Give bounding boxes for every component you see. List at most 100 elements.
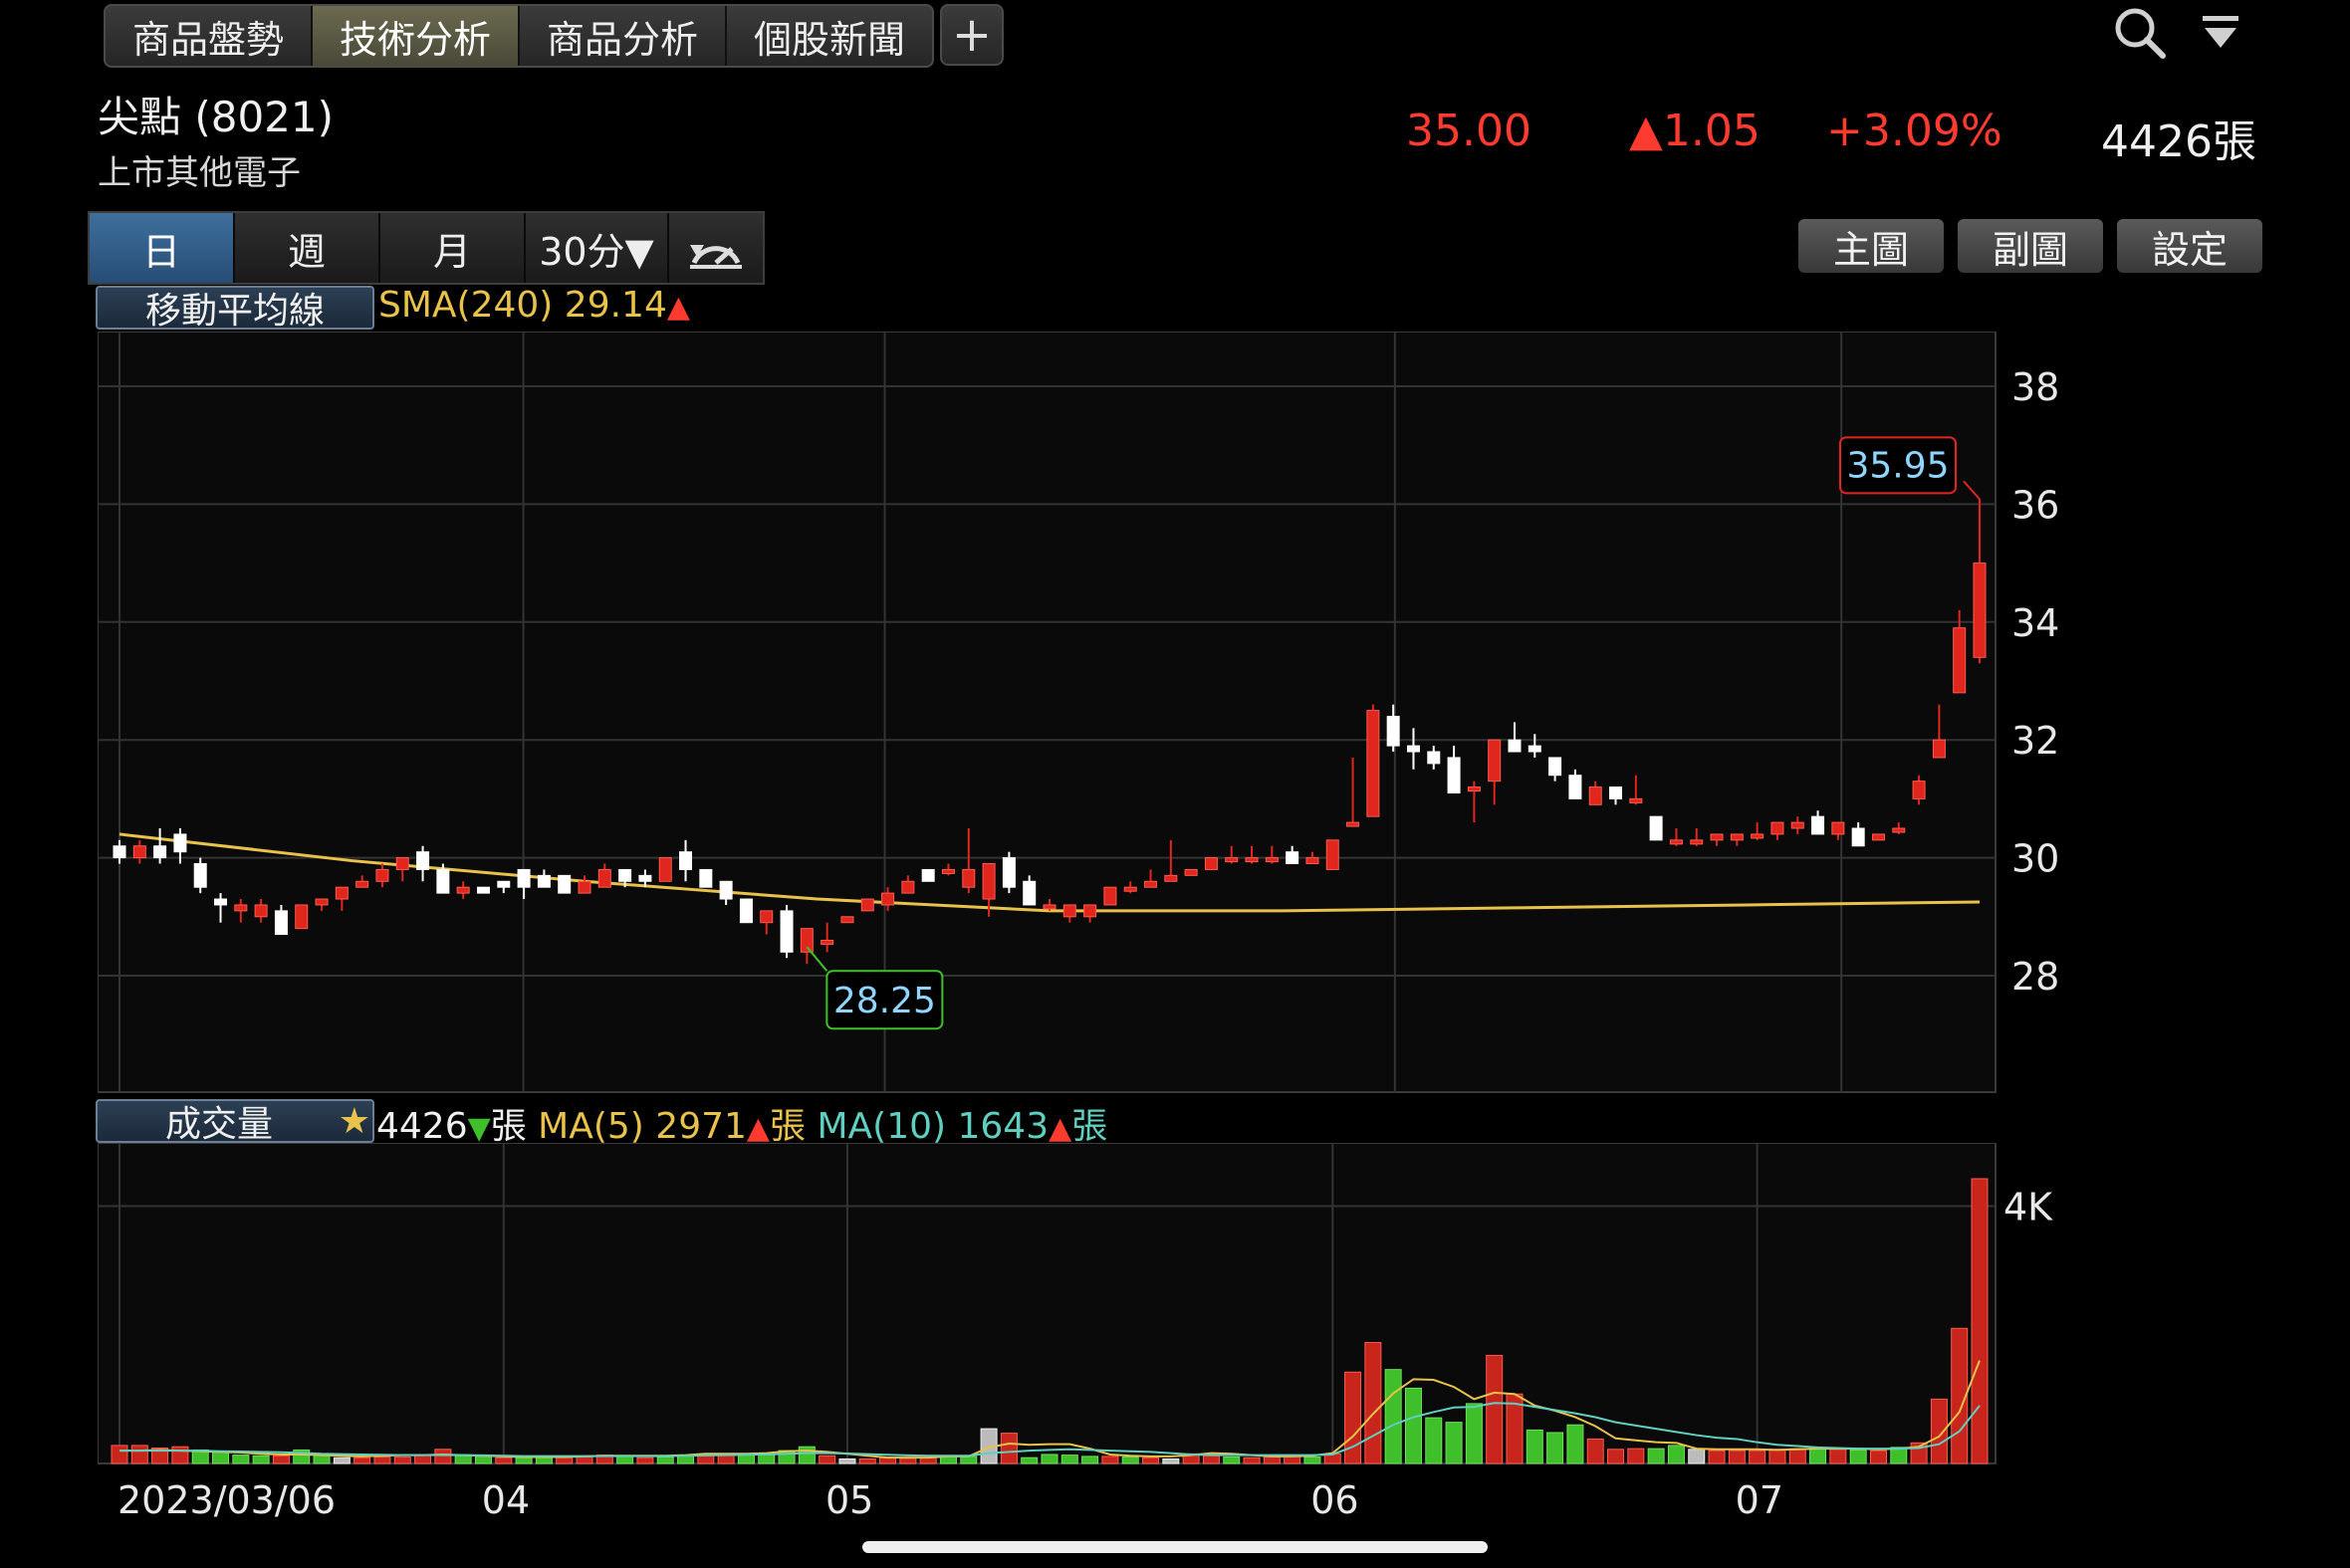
- change-percent: +3.09%: [1826, 106, 2002, 156]
- price-tick-label: 34: [2011, 601, 2059, 645]
- candle-body: [436, 868, 450, 894]
- volume-down-arrow: ▼: [467, 1111, 491, 1146]
- candle-body: [517, 868, 531, 888]
- ma5-value: MA(5) 2971: [538, 1106, 747, 1147]
- candle-body: [921, 868, 935, 882]
- volume-bar: [1202, 1455, 1220, 1464]
- tab-market-overview[interactable]: 商品盤勢: [106, 6, 313, 66]
- volume-bar: [636, 1456, 654, 1464]
- period-month[interactable]: 月: [380, 213, 526, 283]
- volume-bar: [1849, 1449, 1867, 1464]
- volume-bar: [515, 1456, 533, 1464]
- volume-bar: [1000, 1433, 1018, 1464]
- settings-button[interactable]: 設定: [2117, 219, 2262, 273]
- date-tick-label: 2023/03/06: [118, 1478, 336, 1522]
- candle-body: [456, 886, 470, 894]
- main-chart-button[interactable]: 主圖: [1798, 219, 1944, 273]
- sma-indicator: SMA(240) 29.14▲: [378, 285, 690, 326]
- candle-body: [901, 880, 915, 894]
- volume-chart[interactable]: 4K 2023/03/06 04 05 06 07: [98, 1143, 2061, 1531]
- candle-body: [1023, 880, 1037, 906]
- volume-bar: [1142, 1456, 1160, 1464]
- volume-bar: [737, 1455, 755, 1464]
- volume-bar: [1243, 1456, 1261, 1464]
- volume-bar: [232, 1455, 250, 1464]
- candle-body: [1245, 857, 1259, 863]
- sub-chart-button[interactable]: 副圖: [1958, 219, 2103, 273]
- candle-body: [1871, 833, 1885, 841]
- tab-stock-news[interactable]: 個股新聞: [727, 6, 932, 66]
- candle-body: [113, 845, 126, 859]
- candle-body: [1588, 786, 1602, 805]
- date-tick-label: 07: [1736, 1478, 1783, 1522]
- volume-bar: [474, 1456, 492, 1464]
- period-day[interactable]: 日: [90, 213, 235, 283]
- volume-plot-area: [98, 1143, 1997, 1464]
- stock-category: 上市其他電子: [98, 153, 301, 193]
- volume-bar: [1162, 1457, 1180, 1464]
- candle-body: [355, 880, 369, 888]
- volume-bar: [1708, 1450, 1726, 1464]
- volume-bar: [1788, 1448, 1806, 1464]
- low-marker-label: 28.25: [833, 981, 936, 1021]
- candle-body: [1305, 857, 1319, 865]
- volume-bar: [393, 1456, 411, 1464]
- volume-tick-label: 4K: [2003, 1186, 2053, 1230]
- volume-bar: [1284, 1456, 1301, 1464]
- moving-average-label[interactable]: 移動平均線: [96, 286, 374, 332]
- volume-bar: [1647, 1448, 1665, 1464]
- volume-bar: [434, 1449, 452, 1464]
- candle-body: [1406, 745, 1420, 753]
- candle-body: [1488, 739, 1502, 783]
- volume-bar: [1465, 1403, 1483, 1464]
- candle-body: [193, 863, 207, 888]
- candle-body: [295, 904, 309, 930]
- candle-body: [578, 880, 591, 894]
- candle-body: [760, 910, 774, 924]
- volume-today: 4426: [376, 1106, 468, 1147]
- home-indicator: [862, 1541, 1488, 1553]
- volume-bar: [1223, 1456, 1241, 1464]
- favorite-star-icon[interactable]: ★: [339, 1101, 370, 1142]
- ma10-arrow: ▲: [1049, 1111, 1072, 1146]
- candle-body: [881, 892, 895, 906]
- period-week[interactable]: 週: [235, 213, 380, 283]
- volume-bar: [373, 1456, 391, 1464]
- candle-body: [1386, 716, 1400, 747]
- candle-body: [1932, 739, 1946, 759]
- tab-product-analysis[interactable]: 商品分析: [520, 6, 727, 66]
- candle-body: [1710, 833, 1724, 841]
- candle-body: [274, 910, 288, 936]
- candle-body: [1770, 821, 1784, 835]
- tab-technical-analysis[interactable]: 技術分析: [313, 6, 520, 66]
- candle-body: [1609, 786, 1623, 799]
- candle-body: [1690, 839, 1704, 845]
- volume-bar: [111, 1445, 128, 1464]
- candle-body: [476, 886, 490, 894]
- ma5-arrow: ▲: [746, 1111, 770, 1146]
- candle-body: [1508, 739, 1522, 753]
- volume-bar: [1384, 1369, 1402, 1464]
- volume-bar: [1101, 1456, 1119, 1464]
- volume-bar: [1627, 1448, 1645, 1464]
- candle-body: [638, 874, 652, 882]
- candle-body: [1730, 833, 1744, 841]
- filter-dropdown-icon[interactable]: [2201, 14, 2240, 54]
- candle-body: [860, 898, 874, 912]
- candle-body: [1831, 821, 1845, 835]
- candle-body: [1427, 751, 1441, 765]
- reset-icon: [690, 245, 742, 269]
- add-tab-button[interactable]: +: [940, 4, 1004, 66]
- price-tick-label: 36: [2011, 483, 2059, 527]
- candlestick-chart[interactable]: 35.95 28.25 38 36 34 32 30 28: [98, 332, 2061, 1094]
- candle-body: [1265, 857, 1279, 863]
- reset-button[interactable]: [669, 213, 763, 283]
- period-30min-dropdown[interactable]: 30分▼: [526, 213, 669, 283]
- candle-body: [840, 916, 854, 924]
- volume-bar: [899, 1457, 917, 1464]
- volume-panel-label[interactable]: 成交量 ★: [96, 1099, 374, 1145]
- candle-body: [335, 886, 349, 900]
- volume-bar: [212, 1451, 230, 1464]
- search-icon[interactable]: [2111, 4, 2169, 62]
- candle-body: [1184, 868, 1198, 876]
